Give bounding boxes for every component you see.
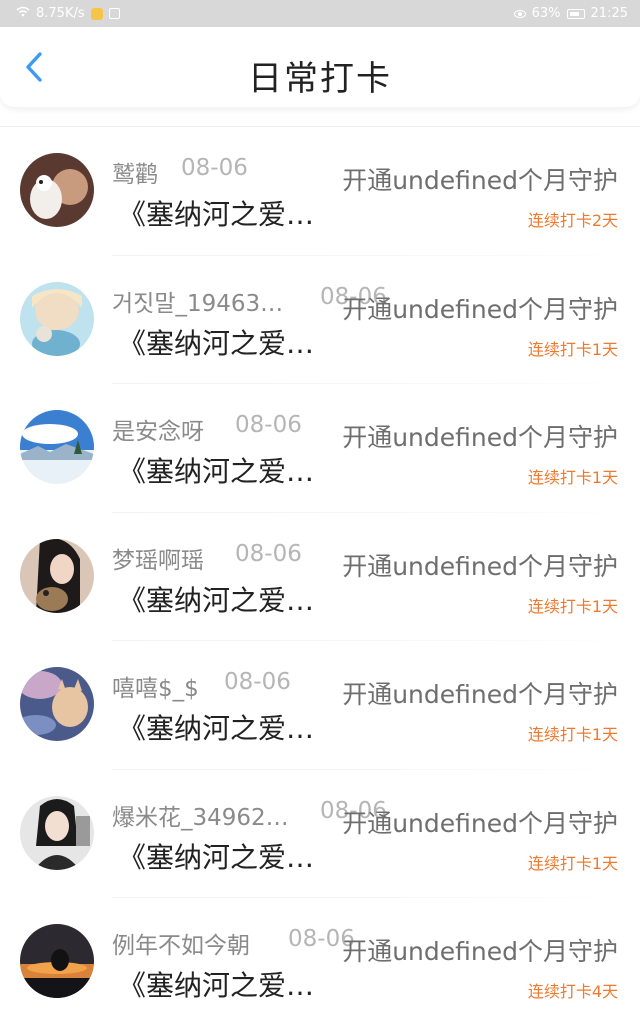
network-speed: 8.75K/s [36,6,85,21]
row-guard-text: 开通undefined个月守护 [342,294,618,324]
avatar[interactable] [20,538,94,613]
row-streak-text: 连续打卡4天 [527,982,618,1001]
checkin-row[interactable]: 是安念呀 08-06 《塞纳河之爱… 开通undefined个月守护 连续打卡1… [0,384,640,513]
row-username: 嘻嘻$_$ [112,676,199,702]
row-title: 《塞纳河之爱… [118,455,315,488]
row-guard-text: 开通undefined个月守护 [342,423,618,452]
row-date: 08-06 [235,412,302,438]
row-username: 是安念呀 [112,419,204,445]
row-guard-text: 开通undefined个月守护 [342,166,618,195]
clock: 21:25 [590,6,628,21]
row-username: 爆米花_34962… [112,804,289,831]
row-title: 《塞纳河之爱… [118,326,315,360]
row-streak-text: 连续打卡1天 [527,853,618,873]
row-date: 08-06 [181,155,248,181]
avatar[interactable] [20,410,94,484]
checkin-row[interactable]: 거짓말_19463… 08-06 《塞纳河之爱… 开通undefined个月守护… [0,256,640,384]
row-title: 《塞纳河之爱… [118,198,315,231]
status-left: 8.75K/s [16,6,120,21]
row-date: 08-06 [224,669,291,695]
row-username: 거짓말_19463… [112,290,284,317]
checkin-list: 鹫鹳 08-06 《塞纳河之爱… 开通undefined个月守护 连续打卡2天 … [0,126,640,1027]
avatar[interactable] [20,924,94,998]
row-guard-text: 开通undefined个月守护 [342,937,618,966]
avatar[interactable] [20,153,94,227]
page-title: 日常打卡 [248,59,392,99]
checkin-row[interactable]: 嘻嘻$_$ 08-06 《塞纳河之爱… 开通undefined个月守护 连续打卡… [0,641,640,770]
row-streak-text: 连续打卡2天 [527,211,618,230]
avatar[interactable] [20,795,94,870]
avatar[interactable] [20,667,94,741]
row-streak-text: 连续打卡1天 [527,725,618,744]
checkin-row[interactable]: 梦瑶啊瑶 08-06 《塞纳河之爱… 开通undefined个月守护 连续打卡1… [0,513,640,641]
battery-percent: 63% [531,6,561,21]
row-title: 《塞纳河之爱… [118,712,315,745]
sim-icon [108,8,120,19]
checkin-row[interactable]: 例年不如今朝 08-06 《塞纳河之爱… 开通undefined个月守护 连续打… [0,898,640,1027]
avatar[interactable] [20,281,94,356]
wifi-icon [16,6,30,21]
status-bar: 8.75K/s 63% 21:25 [0,0,640,27]
status-right: 63% 21:25 [513,6,628,21]
row-username: 鹫鹳 [112,162,158,188]
row-title: 《塞纳河之爱… [118,840,315,874]
row-title: 《塞纳河之爱… [118,583,315,617]
row-guard-text: 开通undefined个月守护 [342,808,618,838]
row-streak-text: 连续打卡1天 [527,468,618,487]
header: 日常打卡 [0,27,640,107]
app-notification-icon [90,7,103,20]
row-streak-text: 连续打卡1天 [527,596,618,616]
eye-icon [513,9,526,18]
row-guard-text: 开通undefined个月守护 [342,551,618,581]
row-title: 《塞纳河之爱… [118,969,315,1002]
row-guard-text: 开通undefined个月守护 [342,680,618,709]
checkin-row[interactable]: 鹫鹳 08-06 《塞纳河之爱… 开通undefined个月守护 连续打卡2天 [0,127,640,256]
row-date: 08-06 [235,540,302,567]
checkin-row[interactable]: 爆米花_34962… 08-06 《塞纳河之爱… 开通undefined个月守护… [0,770,640,898]
row-username: 梦瑶啊瑶 [112,547,204,574]
row-username: 例年不如今朝 [112,933,250,959]
row-streak-text: 连续打卡1天 [527,339,618,359]
battery-icon [566,8,585,19]
